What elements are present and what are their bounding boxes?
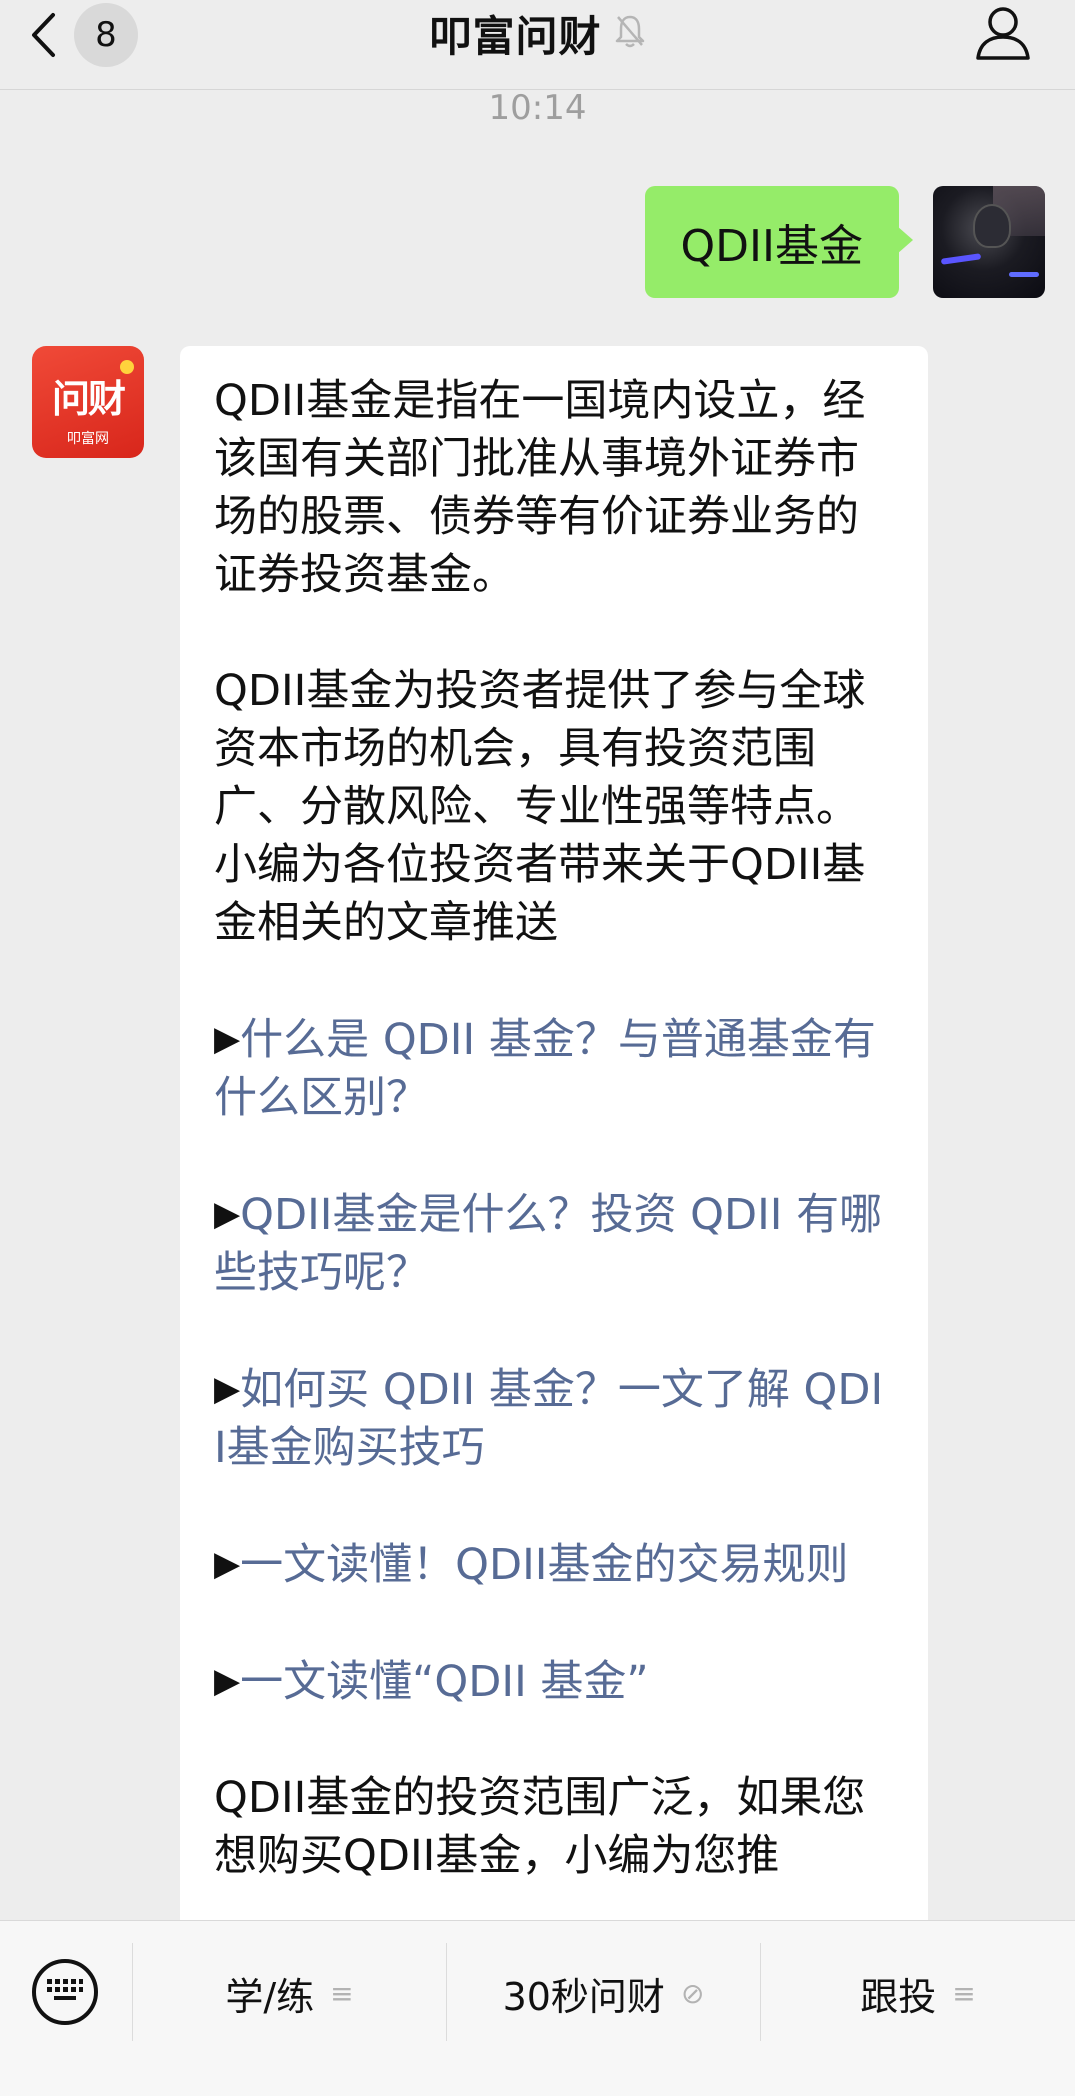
menu-item-label: 学/练 xyxy=(225,1974,315,2019)
article-link[interactable]: ▶如何买 QDII 基金？一文了解 QDII基金购买技巧 xyxy=(214,1360,894,1477)
sent-message-row: QDII基金 xyxy=(644,186,1045,298)
keyboard-icon xyxy=(45,1977,85,2007)
bottom-menu-bar: 学/练 ≡ 30秒问财 ⊘ 跟投 ≡ xyxy=(0,1920,1075,2096)
article-link-text[interactable]: 如何买 QDII 基金？一文了解 QDII基金购买技巧 xyxy=(214,1365,883,1473)
sent-message-text: QDII基金 xyxy=(680,221,863,272)
profile-button[interactable] xyxy=(971,2,1035,66)
reply-paragraph: QDII基金是指在一国境内设立，经该国有关部门批准从事境外证券市场的股票、债券等… xyxy=(214,376,866,600)
play-arrow-icon: ▶ xyxy=(214,1019,241,1059)
article-link[interactable]: ▶QDII基金是什么？投资 QDII 有哪些技巧呢？ xyxy=(214,1185,894,1302)
article-link-text[interactable]: QDII基金是什么？投资 QDII 有哪些技巧呢？ xyxy=(214,1190,882,1298)
menu-item-30s-ask[interactable]: 30秒问财 ⊘ xyxy=(447,1921,760,2065)
play-arrow-icon: ▶ xyxy=(214,1194,241,1234)
keyboard-toggle-button[interactable] xyxy=(32,1959,98,2025)
reply-paragraph: QDII基金的投资范围广泛，如果您想购买QDII基金，小编为您推 xyxy=(214,1773,866,1881)
article-link-text[interactable]: 一文读懂“QDII 基金” xyxy=(240,1657,649,1707)
chat-header: 8 叩富问财 xyxy=(0,0,1075,90)
play-arrow-icon: ▶ xyxy=(214,1661,241,1701)
menu-item-label: 30秒问财 xyxy=(502,1974,665,2019)
article-link[interactable]: ▶什么是 QDII 基金？与普通基金有什么区别？ xyxy=(214,1010,894,1127)
play-arrow-icon: ▶ xyxy=(214,1369,241,1409)
reply-paragraph: QDII基金为投资者提供了参与全球资本市场的机会，具有投资范围广、分散风险、专业… xyxy=(214,666,866,948)
menu-item-follow-invest[interactable]: 跟投 ≡ xyxy=(761,1921,1075,2065)
article-link-text[interactable]: 什么是 QDII 基金？与普通基金有什么区别？ xyxy=(214,1015,876,1123)
avatar-light-streak xyxy=(1009,272,1039,277)
menu-item-learn-practice[interactable]: 学/练 ≡ xyxy=(133,1921,446,2065)
message-timestamp: 10:14 xyxy=(488,88,587,128)
article-link-text[interactable]: 一文读懂！QDII基金的交易规则 xyxy=(240,1540,848,1590)
submenu-lines-icon: ≡ xyxy=(330,1976,354,2010)
article-link[interactable]: ▶一文读懂“QDII 基金” xyxy=(214,1652,894,1711)
sent-message-bubble[interactable]: QDII基金 xyxy=(644,186,914,298)
chat-title: 叩富问财 xyxy=(429,11,602,61)
bot-avatar-logo: 问财 xyxy=(51,377,126,421)
avatar-figure xyxy=(973,204,1011,248)
my-avatar[interactable] xyxy=(933,186,1045,298)
submenu-lines-icon: ≡ xyxy=(952,1976,976,2010)
avatar-light-streak xyxy=(940,253,982,265)
play-arrow-icon: ▶ xyxy=(214,1544,241,1584)
received-message-bubble: QDII基金是指在一国境内设立，经该国有关部门批准从事境外证券市场的股票、债券等… xyxy=(180,346,928,1946)
bot-avatar[interactable]: 问财 叩富网 xyxy=(32,346,144,458)
mute-bell-icon xyxy=(614,13,646,53)
menu-item-label: 跟投 xyxy=(860,1974,937,2019)
article-link[interactable]: ▶一文读懂！QDII基金的交易规则 xyxy=(214,1535,894,1594)
bot-avatar-subtext: 叩富网 xyxy=(67,431,109,447)
mini-program-icon: ⊘ xyxy=(680,1976,705,2010)
person-icon xyxy=(971,7,1035,70)
title-area: 叩富问财 xyxy=(0,0,1075,66)
